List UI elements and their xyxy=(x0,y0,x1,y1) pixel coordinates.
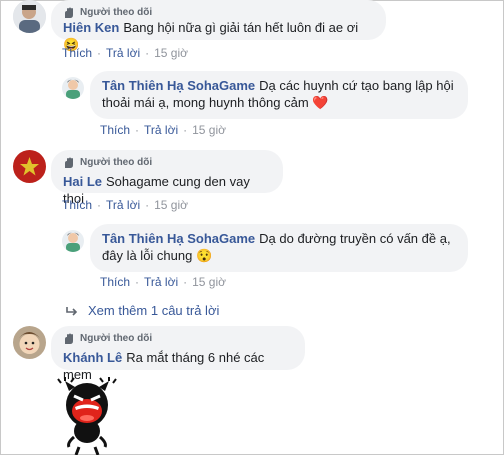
avatar-khanh-le[interactable] xyxy=(13,326,46,359)
reply-link[interactable]: Trả lời xyxy=(106,46,140,60)
reply-bubble-2: Tân Thiên Hạ SohaGame Dạ do đường truyền … xyxy=(90,224,468,272)
badge-label: Người theo dõi xyxy=(80,157,153,168)
commenter-name[interactable]: Hai Le xyxy=(63,174,102,189)
replier-name[interactable]: Tân Thiên Hạ SohaGame xyxy=(102,78,255,93)
hand-wave-icon xyxy=(65,157,73,168)
reply-arrow-icon xyxy=(66,306,78,316)
avatar-sohagame[interactable] xyxy=(62,77,84,99)
reply-text-line2: đây là lỗi chung 😯 xyxy=(102,248,213,263)
reply-link[interactable]: Trả lời xyxy=(144,275,178,289)
reply-link[interactable]: Trả lời xyxy=(144,123,178,137)
commenter-name[interactable]: Hiên Ken xyxy=(63,20,119,35)
avatar-hien-ken[interactable] xyxy=(13,0,46,33)
badge-label: Người theo dõi xyxy=(80,333,153,344)
view-more-replies[interactable]: Xem thêm 1 câu trả lời xyxy=(66,303,219,318)
comment-actions: Thích · Trả lời · 15 giờ xyxy=(62,46,188,60)
hand-wave-icon xyxy=(65,7,73,18)
reply-time[interactable]: 15 giờ xyxy=(192,123,226,137)
reply-text-line1: Dạ do đường truyền có vấn đề ạ, xyxy=(259,231,451,246)
reply-text-line1: Dạ các huynh cứ tạo bang lập hội xyxy=(259,78,454,93)
comment-bubble-2: Người theo dõi Hai Le Sohagame cung den v… xyxy=(51,150,283,206)
follower-badge: Người theo dõi xyxy=(63,6,374,19)
like-link[interactable]: Thích xyxy=(62,198,92,212)
comment-time[interactable]: 15 giờ xyxy=(154,46,188,60)
reply-time[interactable]: 15 giờ xyxy=(192,275,226,289)
reply-actions: Thích · Trả lời · 15 giờ xyxy=(100,123,226,137)
avatar-sohagame[interactable] xyxy=(62,230,84,252)
comment-actions: Thích · Trả lời · 15 giờ xyxy=(62,198,188,212)
commenter-name[interactable]: Khánh Lê xyxy=(63,350,122,365)
comment-bubble-1: Người theo dõi Hiên Ken Bang hội nữa gì g… xyxy=(51,0,386,52)
like-link[interactable]: Thích xyxy=(100,275,130,289)
comment-bubble-3: Người theo dõi Khánh Lê Ra mắt tháng 6 nh… xyxy=(51,326,305,382)
follower-badge: Người theo dõi xyxy=(63,156,271,169)
comment-time[interactable]: 15 giờ xyxy=(154,198,188,212)
like-link[interactable]: Thích xyxy=(62,46,92,60)
replier-name[interactable]: Tân Thiên Hạ SohaGame xyxy=(102,231,255,246)
follower-badge: Người theo dõi xyxy=(63,332,293,345)
avatar-hai-le[interactable] xyxy=(13,150,46,183)
reply-bubble-1: Tân Thiên Hạ SohaGame Dạ các huynh cứ tạo… xyxy=(90,71,468,119)
view-more-label[interactable]: Xem thêm 1 câu trả lời xyxy=(88,303,219,318)
hand-wave-icon xyxy=(65,333,73,344)
like-link[interactable]: Thích xyxy=(100,123,130,137)
reply-actions: Thích · Trả lời · 15 giờ xyxy=(100,275,226,289)
reply-link[interactable]: Trả lời xyxy=(106,198,140,212)
laughing-devil-sticker xyxy=(55,377,119,456)
reply-text-line2: thoải mái ạ, mong huynh thông cảm ❤️ xyxy=(102,95,329,110)
